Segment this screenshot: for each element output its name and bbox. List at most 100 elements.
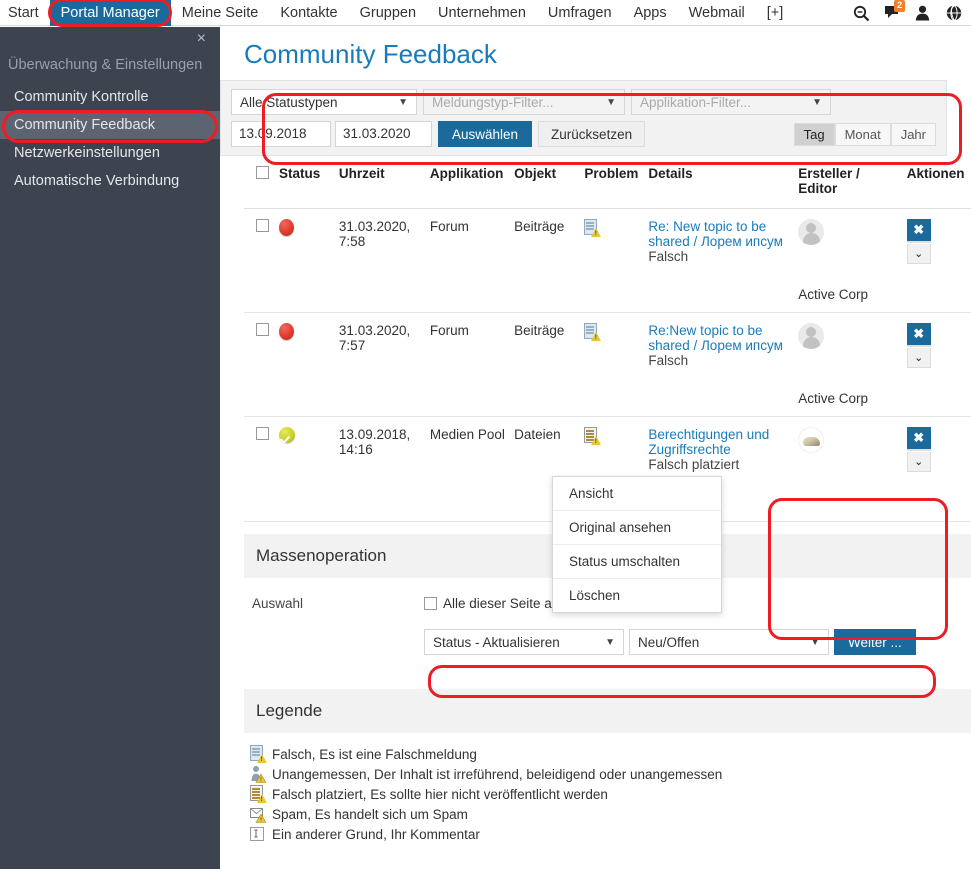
delete-button[interactable]: ✖: [906, 323, 931, 345]
bulk-value-select[interactable]: Neu/Offen ▼: [629, 629, 829, 655]
row-detail-link[interactable]: Re: New topic to be shared / Лорем ипсум: [648, 219, 782, 249]
list-item: Falsch, Es ist eine Falschmeldung: [250, 745, 971, 763]
header-applikation: Applikation: [425, 156, 511, 209]
chevron-down-icon: ▼: [812, 96, 822, 108]
context-menu-item-loeschen[interactable]: Löschen: [553, 579, 721, 612]
context-menu-item-original-ansehen[interactable]: Original ansehen: [553, 511, 721, 545]
row-object: Beiträge: [510, 312, 581, 417]
row-more-actions-button[interactable]: ⌄: [906, 452, 931, 472]
row-detail-reason: Falsch: [648, 353, 689, 368]
status-type-select[interactable]: Alle Statustypen ▼: [231, 89, 417, 115]
row-more-actions-button[interactable]: ⌄: [906, 348, 931, 368]
table-row: 31.03.2020, 7:57 Forum Beiträge Re:New t…: [244, 312, 971, 417]
list-item: Falsch platziert, Es sollte hier nicht v…: [250, 785, 971, 803]
globe-icon[interactable]: [946, 4, 963, 22]
row-checkbox[interactable]: [256, 323, 269, 336]
falsch-icon: [584, 219, 602, 237]
date-from-input[interactable]: 13.09.2018: [231, 121, 331, 147]
apply-filter-button[interactable]: Auswählen: [438, 121, 533, 147]
chevron-down-icon: ▼: [398, 96, 408, 108]
table-header-row: Status Uhrzeit Applikation Objekt Proble…: [244, 156, 971, 209]
list-item: ! Spam, Es handelt sich um Spam: [250, 805, 971, 823]
falsch-platziert-icon: [250, 785, 267, 803]
message-type-filter-value: Meldungstyp-Filter...: [432, 94, 554, 110]
row-more-actions-button[interactable]: ⌄: [906, 244, 931, 264]
row-creator-cell: [794, 416, 903, 522]
row-details-cell: Re: New topic to be shared / Лорем ипсум…: [644, 208, 795, 313]
row-detail-link[interactable]: Re:New topic to be shared / Лорем ипсум: [648, 323, 782, 353]
application-filter-value: Applikation-Filter...: [640, 94, 752, 110]
nav-item-apps[interactable]: Apps: [623, 0, 678, 26]
bulk-value-select-value: Neu/Offen: [638, 634, 700, 650]
status-type-select-value: Alle Statustypen: [240, 94, 338, 110]
header-status: Status: [275, 156, 335, 209]
chevron-down-icon: ▼: [606, 96, 616, 108]
row-select-cell: [244, 208, 275, 313]
nav-item-umfragen[interactable]: Umfragen: [537, 0, 623, 26]
filter-selects-row: Alle Statustypen ▼ Meldungstyp-Filter...…: [231, 89, 936, 115]
status-green-icon: [279, 427, 295, 443]
reset-filter-button[interactable]: Zurücksetzen: [538, 121, 646, 147]
row-application: Medien Pool: [425, 416, 511, 522]
range-toggle-tag[interactable]: Tag: [793, 122, 835, 146]
unangemessen-icon: !: [250, 765, 267, 783]
select-all-page-checkbox[interactable]: [424, 597, 437, 610]
header-uhrzeit: Uhrzeit: [334, 156, 426, 209]
sidebar-close-icon[interactable]: ×: [197, 31, 206, 47]
main-content: Community Feedback Alle Statustypen ▼ Me…: [220, 27, 971, 869]
range-toggle-jahr[interactable]: Jahr: [890, 122, 936, 146]
filter-bar: Alle Statustypen ▼ Meldungstyp-Filter...…: [220, 80, 947, 156]
nav-item-portal-manager[interactable]: Portal Manager: [49, 0, 171, 26]
row-status-cell: [275, 208, 335, 313]
status-red-icon: [279, 323, 294, 340]
legend-item-text: Falsch, Es ist eine Falschmeldung: [272, 746, 477, 762]
row-checkbox[interactable]: [256, 219, 269, 232]
context-menu-item-status-umschalten[interactable]: Status umschalten: [553, 545, 721, 579]
range-toggle-group: Tag Monat Jahr: [793, 122, 936, 146]
delete-button[interactable]: ✖: [906, 219, 931, 241]
nav-item-meine-seite[interactable]: Meine Seite: [171, 0, 270, 26]
nav-item-start[interactable]: Start: [0, 0, 50, 26]
bulk-submit-button[interactable]: Weiter ...: [834, 629, 916, 655]
sidebar-item-automatische-verbindung[interactable]: Automatische Verbindung: [0, 167, 220, 195]
row-actions-context-menu: Ansicht Original ansehen Status umschalt…: [552, 476, 722, 613]
row-object: Beiträge: [510, 208, 581, 313]
message-type-filter-select[interactable]: Meldungstyp-Filter... ▼: [423, 89, 625, 115]
application-filter-select[interactable]: Applikation-Filter... ▼: [631, 89, 831, 115]
list-item: Ein anderer Grund, Ihr Kommentar: [250, 825, 971, 843]
nav-item-add-more[interactable]: [+]: [756, 0, 795, 26]
sidebar-item-community-feedback[interactable]: Community Feedback: [0, 111, 220, 139]
row-application: Forum: [425, 312, 511, 417]
delete-button[interactable]: ✖: [906, 427, 931, 449]
legend-item-text: Spam, Es handelt sich um Spam: [272, 806, 468, 822]
nav-item-gruppen[interactable]: Gruppen: [349, 0, 427, 26]
search-icon[interactable]: [853, 5, 870, 22]
row-creator-name: Active Corp: [798, 391, 869, 406]
avatar: [798, 427, 825, 453]
avatar: [798, 219, 825, 245]
row-problem-cell: [580, 208, 645, 313]
row-details-cell: Re:New topic to be shared / Лорем ипсум …: [644, 312, 795, 417]
sidebar-item-community-kontrolle[interactable]: Community Kontrolle: [0, 83, 220, 111]
nav-item-unternehmen[interactable]: Unternehmen: [427, 0, 537, 26]
chevron-down-icon: ▼: [605, 636, 615, 648]
context-menu-item-ansicht[interactable]: Ansicht: [553, 477, 721, 511]
feedback-table-head: Status Uhrzeit Applikation Objekt Proble…: [244, 156, 971, 209]
row-checkbox[interactable]: [256, 427, 269, 440]
messages-icon[interactable]: 2: [884, 0, 906, 22]
row-detail-link[interactable]: Berechtigungen und Zugriffsrechte: [648, 427, 769, 457]
bulk-action-select[interactable]: Status - Aktualisieren ▼: [424, 629, 624, 655]
range-toggle-monat[interactable]: Monat: [834, 122, 891, 146]
select-all-checkbox[interactable]: [256, 166, 269, 179]
nav-item-kontakte[interactable]: Kontakte: [269, 0, 348, 26]
sidebar: × Überwachung & Einstellungen Community …: [0, 27, 220, 869]
sidebar-item-netzwerkeinstellungen[interactable]: Netzwerkeinstellungen: [0, 139, 220, 167]
nav-item-webmail[interactable]: Webmail: [678, 0, 756, 26]
status-red-icon: [279, 219, 294, 236]
row-application: Forum: [425, 208, 511, 313]
falsch-icon: [250, 745, 267, 763]
date-to-input[interactable]: 31.03.2020: [335, 121, 432, 147]
user-icon[interactable]: [915, 5, 932, 22]
sidebar-title: Überwachung & Einstellungen: [8, 57, 203, 73]
chevron-down-icon: ▼: [810, 636, 820, 648]
